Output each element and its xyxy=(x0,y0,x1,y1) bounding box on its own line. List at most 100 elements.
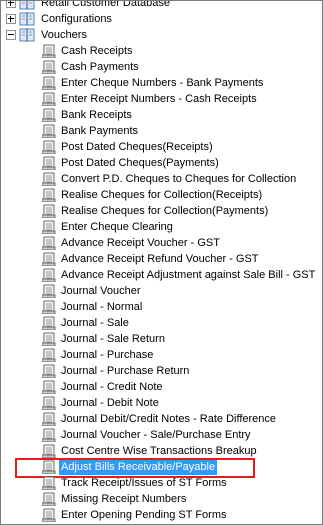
voucher-item[interactable]: Advance Receipt Voucher - GST xyxy=(1,235,322,251)
book-icon xyxy=(19,1,35,10)
document-icon xyxy=(41,508,57,523)
voucher-item[interactable]: Bank Receipts xyxy=(1,107,322,123)
document-icon xyxy=(41,396,57,411)
voucher-item-label: Journal Voucher xyxy=(61,285,141,297)
voucher-item[interactable]: Enter Opening Pending ST Forms xyxy=(1,507,322,523)
voucher-item[interactable]: Realise Cheques for Collection(Receipts) xyxy=(1,187,322,203)
voucher-item-label: Advance Receipt Adjustment against Sale … xyxy=(61,269,316,281)
voucher-item-label: Realise Cheques for Collection(Receipts) xyxy=(61,189,263,201)
document-icon xyxy=(41,332,57,347)
voucher-item-label: Enter Cheque Clearing xyxy=(61,221,173,233)
book-icon xyxy=(19,12,35,26)
voucher-item-label: Cash Receipts xyxy=(61,45,133,57)
voucher-item-label: Journal - Credit Note xyxy=(61,381,163,393)
voucher-item-label: Bank Payments xyxy=(61,125,139,137)
document-icon xyxy=(41,348,57,363)
voucher-item-label: Enter Cheque Numbers - Bank Payments xyxy=(61,77,264,89)
voucher-item[interactable]: Cost Centre Wise Transactions Breakup xyxy=(1,443,322,459)
voucher-item-label: Post Dated Cheques(Payments) xyxy=(61,157,219,169)
voucher-item-label: Enter Receipt Numbers - Cash Receipts xyxy=(61,93,257,105)
voucher-item-label: Cash Payments xyxy=(61,61,139,73)
collapse-toggle-icon[interactable] xyxy=(6,30,16,40)
voucher-item[interactable]: Cash Payments xyxy=(1,59,322,75)
voucher-item-label: Bank Receipts xyxy=(61,109,132,121)
voucher-item[interactable]: Convert P.D. Cheques to Cheques for Coll… xyxy=(1,171,322,187)
document-icon xyxy=(41,492,57,507)
menu-tree: Retail Customer Database Configurations Vo… xyxy=(1,0,322,523)
document-icon xyxy=(41,60,57,75)
document-icon xyxy=(41,76,57,91)
voucher-item[interactable]: Journal Voucher xyxy=(1,283,322,299)
voucher-item-label: Journal - Purchase Return xyxy=(61,365,190,377)
document-icon xyxy=(41,380,57,395)
document-icon xyxy=(41,412,57,427)
voucher-item[interactable]: Post Dated Cheques(Payments) xyxy=(1,155,322,171)
document-icon xyxy=(41,92,57,107)
voucher-item[interactable]: Cash Receipts xyxy=(1,43,322,59)
voucher-item-label: Advance Receipt Voucher - GST xyxy=(61,237,220,249)
voucher-item-label: Journal - Purchase xyxy=(61,349,154,361)
tree-item-label: Configurations xyxy=(41,13,112,25)
document-icon xyxy=(41,316,57,331)
book-icon xyxy=(19,28,35,42)
voucher-item[interactable]: Enter Receipt Numbers - Cash Receipts xyxy=(1,91,322,107)
tree-panel: Retail Customer Database Configurations Vo… xyxy=(0,0,323,525)
document-icon xyxy=(41,268,57,283)
voucher-item[interactable]: Journal - Normal xyxy=(1,299,322,315)
voucher-item[interactable]: Bank Payments xyxy=(1,123,322,139)
voucher-item-label: Missing Receipt Numbers xyxy=(61,493,187,505)
document-icon xyxy=(41,444,57,459)
voucher-item[interactable]: Journal - Purchase Return xyxy=(1,363,322,379)
tree-item-configurations[interactable]: Configurations xyxy=(1,11,322,27)
voucher-item[interactable]: Realise Cheques for Collection(Payments) xyxy=(1,203,322,219)
document-icon xyxy=(41,252,57,267)
document-icon xyxy=(41,188,57,203)
voucher-item-label: Journal - Debit Note xyxy=(61,397,159,409)
tree-item-label: Vouchers xyxy=(41,29,87,41)
voucher-item[interactable]: Enter Cheque Numbers - Bank Payments xyxy=(1,75,322,91)
voucher-item-label: Journal - Sale Return xyxy=(61,333,165,345)
voucher-item[interactable]: Adjust Bills Receivable/Payable xyxy=(1,458,322,478)
voucher-item[interactable]: Enter Cheque Clearing xyxy=(1,219,322,235)
tree-item-vouchers[interactable]: Vouchers xyxy=(1,27,322,43)
document-icon xyxy=(41,44,57,59)
document-icon xyxy=(41,284,57,299)
voucher-item[interactable]: Journal - Debit Note xyxy=(1,395,322,411)
voucher-item[interactable]: Post Dated Cheques(Receipts) xyxy=(1,139,322,155)
voucher-item-label: Enter Opening Pending ST Forms xyxy=(61,509,227,521)
document-icon xyxy=(41,460,57,475)
document-icon xyxy=(41,156,57,171)
voucher-item-label: Journal Voucher - Sale/Purchase Entry xyxy=(61,429,251,441)
voucher-item[interactable]: Missing Receipt Numbers xyxy=(1,491,322,507)
document-icon xyxy=(41,428,57,443)
voucher-item[interactable]: Journal - Sale xyxy=(1,315,322,331)
document-icon xyxy=(41,236,57,251)
voucher-item[interactable]: Track Receipt/Issues of ST Forms xyxy=(1,475,322,491)
document-icon xyxy=(41,220,57,235)
document-icon xyxy=(41,364,57,379)
document-icon xyxy=(41,172,57,187)
voucher-item[interactable]: Journal - Credit Note xyxy=(1,379,322,395)
voucher-item-label: Journal Debit/Credit Notes - Rate Differ… xyxy=(61,413,277,425)
tree-item-label: Retail Customer Database xyxy=(41,0,171,9)
expand-toggle-icon[interactable] xyxy=(6,1,16,8)
voucher-item-label: Advance Receipt Refund Voucher - GST xyxy=(61,253,259,265)
document-icon xyxy=(41,476,57,491)
voucher-item[interactable]: Journal - Sale Return xyxy=(1,331,322,347)
document-icon xyxy=(41,300,57,315)
document-icon xyxy=(41,140,57,155)
document-icon xyxy=(41,108,57,123)
voucher-item[interactable]: Journal - Purchase xyxy=(1,347,322,363)
voucher-item-label: Journal - Sale xyxy=(61,317,129,329)
tree-item-retail-customer-database[interactable]: Retail Customer Database xyxy=(1,0,322,11)
voucher-item-label: Post Dated Cheques(Receipts) xyxy=(61,141,213,153)
voucher-item-label: Realise Cheques for Collection(Payments) xyxy=(61,205,269,217)
document-icon xyxy=(41,204,57,219)
voucher-item-label: Cost Centre Wise Transactions Breakup xyxy=(61,445,257,457)
voucher-item[interactable]: Advance Receipt Refund Voucher - GST xyxy=(1,251,322,267)
voucher-item[interactable]: Advance Receipt Adjustment against Sale … xyxy=(1,267,322,283)
voucher-item[interactable]: Journal Voucher - Sale/Purchase Entry xyxy=(1,427,322,443)
voucher-item-label: Convert P.D. Cheques to Cheques for Coll… xyxy=(61,173,297,185)
voucher-item[interactable]: Journal Debit/Credit Notes - Rate Differ… xyxy=(1,411,322,427)
expand-toggle-icon[interactable] xyxy=(6,14,16,24)
